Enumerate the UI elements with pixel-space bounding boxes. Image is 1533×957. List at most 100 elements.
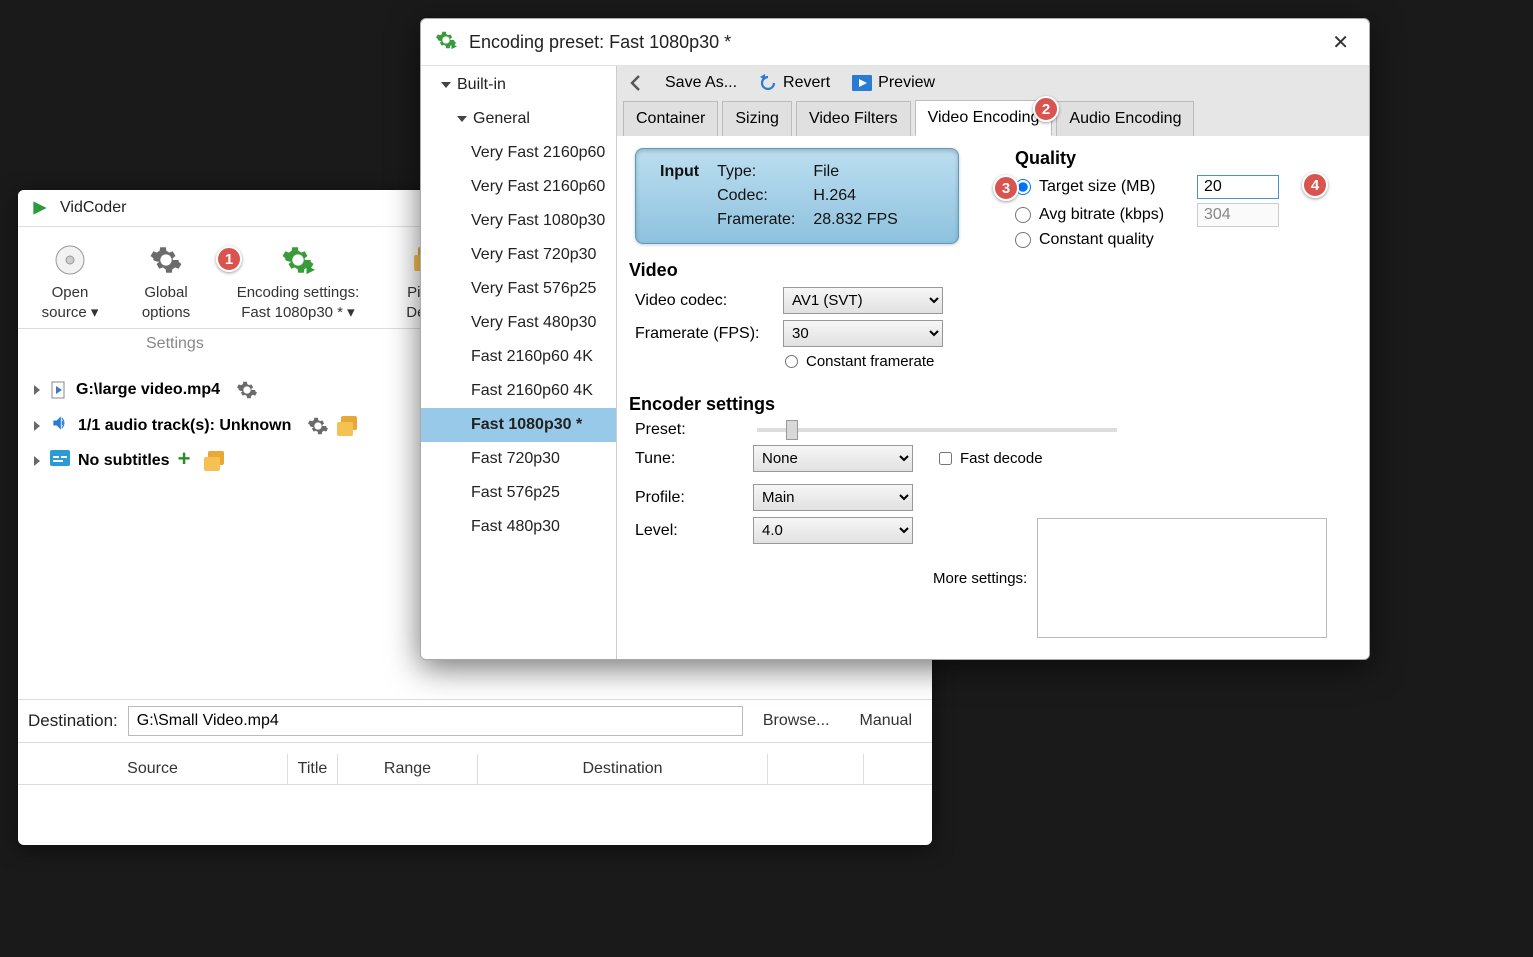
annotation-badge-4: 4 [1302,172,1328,198]
target-size-label: Target size (MB) [1039,178,1189,196]
col-source[interactable]: Source [18,754,288,784]
col-empty2[interactable] [864,754,932,784]
save-as-button[interactable]: Save As... [665,74,737,92]
destination-bar: Destination: Browse... Manual [18,699,932,743]
tree-item[interactable]: Fast 2160p60 4K [421,374,616,408]
expander-icon[interactable] [34,456,40,466]
tree-item[interactable]: Very Fast 2160p60 [421,170,616,204]
tab-audio-encoding[interactable]: Audio Encoding [1056,101,1194,136]
global-options-button[interactable]: Global options [118,233,214,328]
tree-group[interactable]: General [421,102,616,136]
constant-quality-radio[interactable] [1015,232,1031,248]
tree-item[interactable]: Fast 576p25 [421,476,616,510]
col-dest[interactable]: Destination [478,754,768,784]
tune-label: Tune: [635,450,745,468]
fast-decode-checkbox[interactable] [939,452,952,465]
preset-right: Save As... Revert Preview Container Sizi… [617,66,1369,659]
settings-group-caption: Settings [146,335,204,353]
manual-button[interactable]: Manual [850,708,922,734]
source-file-label: G:\large video.mp4 [76,381,220,399]
quality-title: Quality [1015,148,1353,169]
tab-video-encoding[interactable]: Video Encoding [915,100,1053,136]
target-size-input[interactable] [1197,175,1279,199]
annotation-badge-1: 1 [216,246,242,272]
constant-framerate-radio[interactable] [785,355,798,368]
tab-container[interactable]: Container [623,101,718,136]
open-source-button[interactable]: Open source ▾ [22,233,118,328]
preset-gear-icon [281,239,315,281]
add-icon[interactable]: + [178,452,196,470]
expander-icon[interactable] [34,421,40,431]
destination-input[interactable] [128,706,743,736]
input-info-chip: InputType:File Codec:H.264 Framerate:28.… [635,148,959,244]
encoder-section-title: Encoder settings [629,394,1353,415]
constant-framerate-label: Constant framerate [806,353,934,370]
open-source-label: Open source ▾ [42,283,99,322]
gear-icon[interactable] [236,379,258,401]
preview-button[interactable]: Preview [852,74,935,92]
preset-tree[interactable]: Built-in General Very Fast 2160p60 Very … [421,66,617,659]
preset-toolbar: Save As... Revert Preview [617,66,1369,100]
close-button[interactable]: ✕ [1326,30,1355,55]
tree-item[interactable]: Very Fast 1080p30 [421,204,616,238]
tab-sizing[interactable]: Sizing [722,101,792,136]
tree-item[interactable]: Very Fast 720p30 [421,238,616,272]
global-options-label: Global options [142,283,190,322]
preset-slider[interactable] [757,428,1117,432]
subtitles-label: No subtitles [78,452,170,470]
framerate-select[interactable]: 30 [783,320,943,347]
tab-video-filters[interactable]: Video Filters [796,101,911,136]
encoding-settings-button[interactable]: Encoding settings: Fast 1080p30 * ▾ [214,233,382,328]
video-file-icon [50,381,68,399]
tree-item[interactable]: Very Fast 576p25 [421,272,616,306]
gear-icon[interactable] [307,415,329,437]
fast-decode-label: Fast decode [960,450,1043,467]
preset-body: Built-in General Very Fast 2160p60 Very … [421,66,1369,659]
app-title: VidCoder [60,199,126,217]
avg-bitrate-input [1197,203,1279,227]
disc-icon [53,239,87,281]
video-codec-label: Video codec: [635,292,775,310]
profile-select[interactable]: Main [753,484,913,511]
tree-item[interactable]: Very Fast 480p30 [421,306,616,340]
video-section-title: Video [629,260,975,281]
tree-item[interactable]: Fast 480p30 [421,510,616,544]
speaker-icon [50,413,70,438]
tree-item[interactable]: Fast 720p30 [421,442,616,476]
video-codec-select[interactable]: AV1 (SVT) [783,287,943,314]
folder-icon[interactable] [204,451,228,471]
constant-quality-label: Constant quality [1039,231,1154,249]
preset-title: Encoding preset: Fast 1080p30 * [469,32,1314,53]
framerate-label: Framerate (FPS): [635,325,775,343]
preset-window: Encoding preset: Fast 1080p30 * ✕ Built-… [420,18,1370,660]
more-settings-label: More settings: [933,570,1027,587]
audio-tracks-label: 1/1 audio track(s): Unknown [78,417,291,435]
tree-item[interactable]: Very Fast 2160p60 [421,136,616,170]
back-button[interactable] [629,74,643,92]
subtitle-icon [50,450,70,471]
tree-item-selected[interactable]: Fast 1080p30 * [421,408,616,442]
col-title[interactable]: Title [288,754,338,784]
tune-select[interactable]: None [753,445,913,472]
annotation-badge-2: 2 [1033,96,1059,122]
folder-icon[interactable] [337,416,361,436]
col-empty1[interactable] [768,754,864,784]
level-select[interactable]: 4.0 [753,517,913,544]
expander-icon[interactable] [34,385,40,395]
tree-item[interactable]: Fast 2160p60 4K [421,340,616,374]
browse-button[interactable]: Browse... [753,708,840,734]
app-icon [30,198,50,218]
avg-bitrate-radio[interactable] [1015,207,1031,223]
annotation-badge-3: 3 [993,175,1019,201]
avg-bitrate-label: Avg bitrate (kbps) [1039,206,1189,224]
level-label: Level: [635,522,745,540]
queue-header: Source Title Range Destination [18,754,932,785]
col-range[interactable]: Range [338,754,478,784]
gear-icon [149,239,183,281]
preset-gear-icon [435,29,457,55]
more-settings-textarea[interactable] [1037,518,1327,638]
tree-root[interactable]: Built-in [421,68,616,102]
encoding-settings-label: Encoding settings: Fast 1080p30 * ▾ [237,283,360,322]
destination-label: Destination: [28,711,118,731]
revert-button[interactable]: Revert [759,74,830,92]
